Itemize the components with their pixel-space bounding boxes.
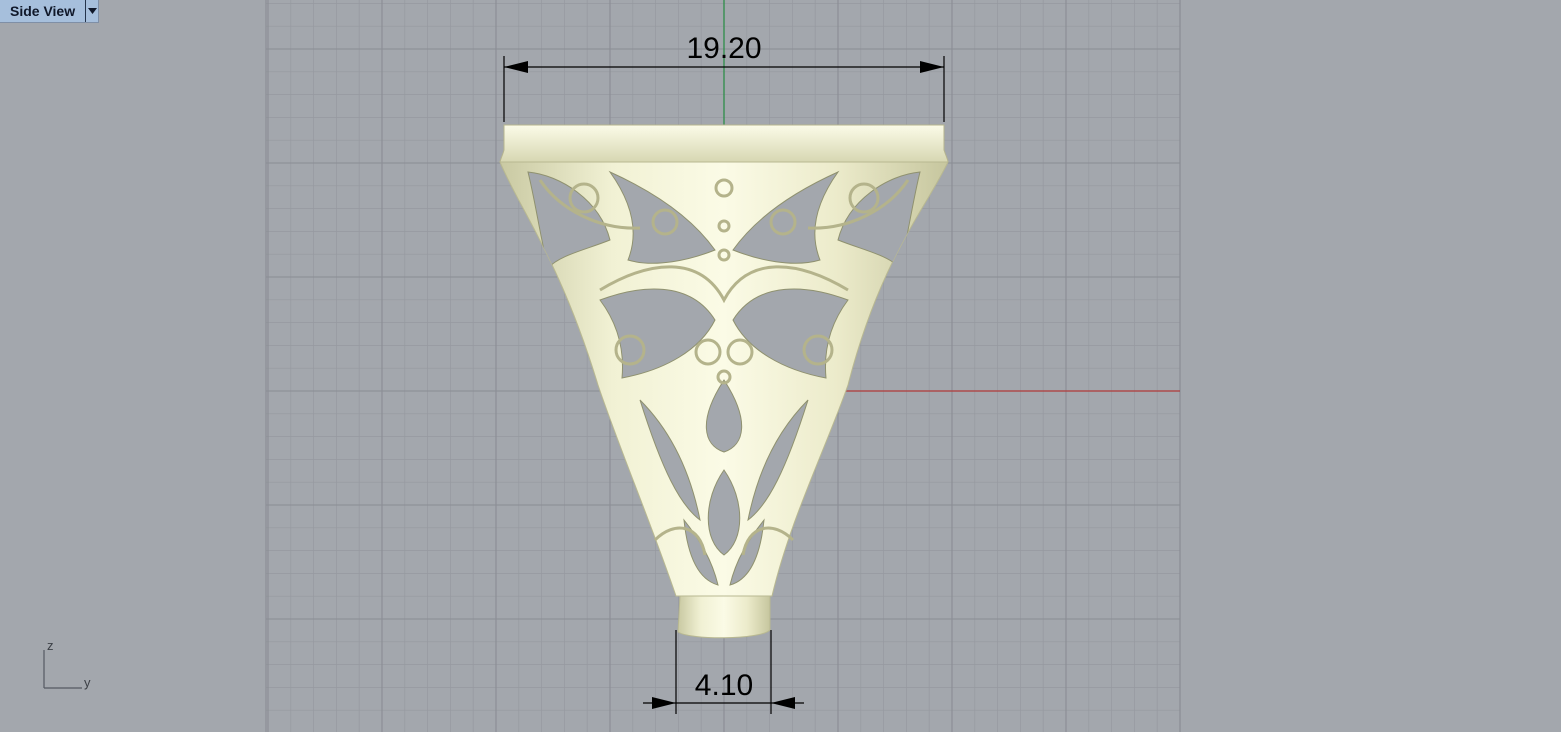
- top-dimension-value: 19.20: [686, 32, 762, 65]
- triangle-down-icon[interactable]: [85, 0, 98, 22]
- bottom-dimension-value: 4.10: [694, 669, 754, 702]
- ring-top-band: [499, 124, 949, 163]
- viewport-title-tab[interactable]: Side View: [0, 0, 100, 23]
- viewport-title[interactable]: Side View: [0, 0, 85, 22]
- ring-shank-object[interactable]: [499, 124, 949, 639]
- axis-triad-icon: z y: [38, 638, 98, 698]
- side-viewport[interactable]: 19.20 4.10 Side View z y: [0, 0, 1561, 732]
- z-axis-label: z: [47, 638, 54, 653]
- construction-grid: [265, 0, 1181, 732]
- ring-bottom-stub: [677, 595, 771, 639]
- y-axis-label: y: [84, 675, 91, 690]
